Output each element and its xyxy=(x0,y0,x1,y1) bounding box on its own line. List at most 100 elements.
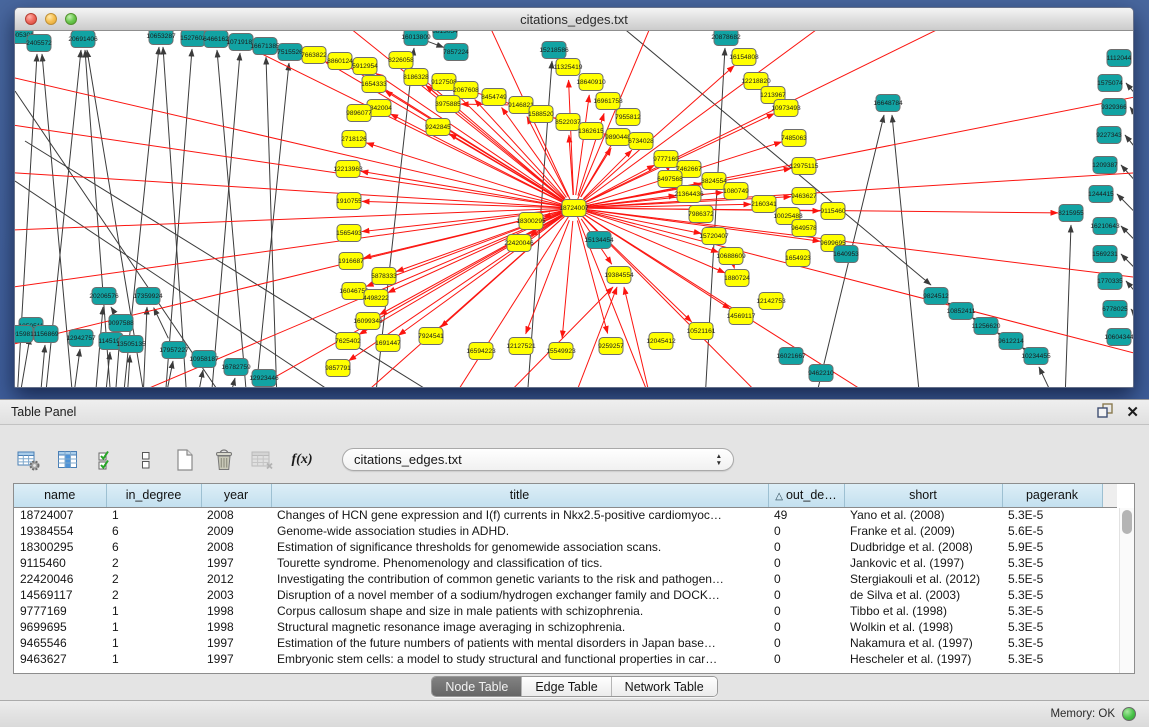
graph-node[interactable]: 2718126 xyxy=(341,131,367,148)
table-cell[interactable]: Nakamura et al. (1997) xyxy=(844,635,1002,651)
graph-node[interactable]: 1880724 xyxy=(724,270,750,287)
graph-node[interactable]: 16594223 xyxy=(466,343,496,360)
table-cell[interactable]: de Silva et al. (2003) xyxy=(844,587,1002,603)
table-row[interactable]: 1456911722003Disruption of a novel membe… xyxy=(14,587,1117,603)
graph-node[interactable]: 1640953 xyxy=(833,246,859,263)
graph-node[interactable]: 17359924 xyxy=(133,288,163,305)
graph-node[interactable]: 10234455 xyxy=(1021,348,1051,365)
table-cell[interactable]: 0 xyxy=(768,587,844,603)
graph-node[interactable]: 6497568 xyxy=(657,171,683,188)
graph-node[interactable]: 10958187 xyxy=(189,351,219,368)
table-cell[interactable]: 1997 xyxy=(201,635,271,651)
graph-node[interactable]: 1569231 xyxy=(1092,246,1118,263)
tab-node-table[interactable]: Node Table xyxy=(432,677,522,696)
graph-node[interactable]: 12045412 xyxy=(646,333,676,350)
graph-node[interactable]: 20691406 xyxy=(68,31,98,48)
table-cell[interactable]: Tourette syndrome. Phenomenology and cla… xyxy=(271,555,768,571)
close-window-icon[interactable] xyxy=(25,13,37,25)
tab-edge-table[interactable]: Edge Table xyxy=(522,677,611,696)
table-cell[interactable]: 2009 xyxy=(201,523,271,539)
graph-node[interactable]: 1112044 xyxy=(1107,50,1132,67)
graph-node[interactable]: 8226058 xyxy=(388,52,414,69)
graph-node[interactable]: 9896077 xyxy=(346,105,372,122)
graph-node[interactable]: 9649578 xyxy=(791,220,817,237)
graph-node[interactable]: 1362615 xyxy=(578,123,604,140)
graph-node[interactable]: 9242845 xyxy=(425,119,451,136)
table-cell[interactable]: Hescheler et al. (1997) xyxy=(844,651,1002,667)
graph-node[interactable]: 7485063 xyxy=(781,130,807,147)
table-cell[interactable]: 1997 xyxy=(201,555,271,571)
table-cell[interactable]: 9777169 xyxy=(14,603,106,619)
table-cell[interactable]: Changes of HCN gene expression and I(f) … xyxy=(271,507,768,523)
new-document-icon[interactable] xyxy=(172,448,198,472)
close-panel-icon[interactable]: ✕ xyxy=(1126,403,1139,423)
table-cell[interactable]: 2012 xyxy=(201,571,271,587)
graph-node[interactable]: 17957227 xyxy=(159,342,189,359)
graph-node[interactable]: 7986372 xyxy=(688,206,714,223)
graph-node[interactable]: 11325419 xyxy=(554,59,583,76)
table-row[interactable]: 1830029562008Estimation of significance … xyxy=(14,539,1117,555)
deselect-rows-icon[interactable] xyxy=(133,448,159,472)
table-cell[interactable]: 1 xyxy=(106,619,201,635)
graph-node[interactable]: 7857224 xyxy=(443,44,469,61)
table-cell[interactable]: Jankovic et al. (1997) xyxy=(844,555,1002,571)
column-header-short[interactable]: short xyxy=(844,484,1002,507)
table-cell[interactable]: Disruption of a novel member of a sodium… xyxy=(271,587,768,603)
table-cell[interactable]: 0 xyxy=(768,603,844,619)
table-cell[interactable]: 1 xyxy=(106,651,201,667)
table-cell[interactable]: 0 xyxy=(768,523,844,539)
graph-node[interactable]: 9824512 xyxy=(923,288,949,305)
table-cell[interactable]: 5.3E-5 xyxy=(1002,555,1102,571)
table-cell[interactable]: Embryonic stem cells: a model to study s… xyxy=(271,651,768,667)
graph-node[interactable]: 10852411 xyxy=(947,303,976,320)
float-window-icon[interactable] xyxy=(1096,402,1114,424)
graph-node[interactable]: 16210643 xyxy=(1090,218,1120,235)
graph-node[interactable]: 9115460 xyxy=(820,203,846,220)
table-cell[interactable]: 5.3E-5 xyxy=(1002,635,1102,651)
graph-node[interactable]: 8454749 xyxy=(481,89,507,106)
graph-node[interactable]: 6734028 xyxy=(628,133,654,150)
table-cell[interactable]: 1 xyxy=(106,507,201,523)
memory-ok-indicator[interactable] xyxy=(1122,707,1136,721)
table-scrollbar[interactable] xyxy=(1119,508,1134,673)
graph-node[interactable]: 1654333 xyxy=(361,76,387,93)
table-cell[interactable]: 0 xyxy=(768,635,844,651)
table-cell[interactable]: 2003 xyxy=(201,587,271,603)
graph-node[interactable]: 16013809 xyxy=(401,31,431,46)
table-cell[interactable]: 2008 xyxy=(201,539,271,555)
network-canvas[interactable]: 2005301240557220691406106532871527602646… xyxy=(15,31,1133,388)
table-cell[interactable]: Yano et al. (2008) xyxy=(844,507,1002,523)
graph-node[interactable]: 20206576 xyxy=(89,288,119,305)
graph-node[interactable]: 1770335 xyxy=(1097,273,1123,290)
table-cell[interactable]: Tibbo et al. (1998) xyxy=(844,603,1002,619)
graph-node[interactable]: 2405572 xyxy=(26,35,52,52)
graph-node[interactable]: 3975885 xyxy=(435,96,461,113)
table-settings-icon[interactable] xyxy=(16,448,42,472)
graph-node[interactable]: 9227343 xyxy=(1096,127,1122,144)
table-cell[interactable]: 22420046 xyxy=(14,571,106,587)
table-cell[interactable]: Corpus callosum shape and size in male p… xyxy=(271,603,768,619)
graph-node[interactable]: 6466162 xyxy=(203,31,229,48)
table-cell[interactable]: 5.3E-5 xyxy=(1002,651,1102,667)
graph-node[interactable]: 2160341 xyxy=(751,196,777,213)
graph-node[interactable]: 8215955 xyxy=(1058,205,1084,222)
graph-node[interactable]: 1588520 xyxy=(528,106,554,123)
graph-node[interactable]: 1156869 xyxy=(33,326,59,343)
column-header-out_de[interactable]: △out_de… xyxy=(768,484,844,507)
graph-node[interactable]: 20878682 xyxy=(711,31,741,46)
table-cell[interactable]: Franke et al. (2009) xyxy=(844,523,1002,539)
graph-node[interactable]: 16021667 xyxy=(776,348,806,365)
table-cell[interactable]: 1 xyxy=(106,635,201,651)
graph-node[interactable]: 1565493 xyxy=(336,225,362,242)
table-selector-dropdown[interactable]: citations_edges.txt ▲ ▼ xyxy=(342,448,734,471)
column-header-name[interactable]: name xyxy=(14,484,106,507)
graph-node[interactable]: 1654923 xyxy=(785,250,811,267)
tab-network-table[interactable]: Network Table xyxy=(612,677,717,696)
table-cell[interactable]: 6 xyxy=(106,523,201,539)
column-select-icon[interactable] xyxy=(55,448,81,472)
graph-node[interactable]: 15720407 xyxy=(699,228,729,245)
table-cell[interactable]: 5.5E-5 xyxy=(1002,571,1102,587)
table-row[interactable]: 946362711997Embryonic stem cells: a mode… xyxy=(14,651,1117,667)
table-cell[interactable]: 19384554 xyxy=(14,523,106,539)
table-cell[interactable]: Dudbridge et al. (2008) xyxy=(844,539,1002,555)
